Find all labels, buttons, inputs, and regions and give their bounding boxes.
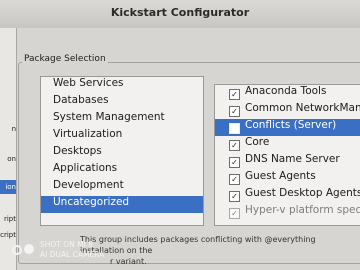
group-item-virtualization[interactable]: Virtualization [41,128,203,145]
step-item[interactable]: on [0,152,16,166]
package-row[interactable]: ✓ Common NetworkManage [215,102,360,119]
package-label: Common NetworkManage [245,102,360,114]
group-item-system-management[interactable]: System Management [41,111,203,128]
package-row[interactable]: ✓ Hyper-v platform specific se [215,204,360,221]
package-checkbox[interactable]: ✓ [229,174,240,185]
package-checkbox[interactable]: ✓ [229,89,240,100]
group-item-uncategorized[interactable]: Uncategorized [41,196,203,213]
package-checkbox[interactable]: ✓ [229,191,240,202]
package-label: DNS Name Server [245,153,340,165]
package-label: Core [245,136,270,148]
package-checkbox[interactable]: ✓ [229,157,240,168]
group-item-development[interactable]: Development [41,179,203,196]
camera-watermark: SHOT ON MI 8 AI DUAL CAMERA [12,240,122,270]
group-item-web-services[interactable]: Web Services [41,77,203,94]
package-list[interactable]: ✓ Anaconda Tools ✓ Common NetworkManage … [214,84,360,226]
step-item[interactable]: n [0,122,16,136]
package-row[interactable]: ✓ Anaconda Tools [215,85,360,102]
package-checkbox[interactable]: ✓ [229,140,240,151]
package-row[interactable]: ✓ Guest Desktop Agents [215,187,360,204]
package-checkbox[interactable]: ✓ [229,208,240,219]
package-label: Guest Agents [245,170,316,182]
package-row[interactable]: ✓ Guest Agents [215,170,360,187]
step-item-selected[interactable]: ion [0,180,16,194]
watermark-line: SHOT ON MI 8 [40,240,94,249]
package-checkbox[interactable]: ✓ [229,106,240,117]
section-label: Package Selection [22,54,108,64]
group-item-desktops[interactable]: Desktops [41,145,203,162]
package-label: Anaconda Tools [245,85,327,97]
camera-logo-icon [12,244,38,256]
group-list[interactable]: Web Services Databases System Management… [40,76,204,226]
title-bar: Kickstart Configurator [0,0,360,29]
watermark-line: AI DUAL CAMERA [40,250,105,259]
group-item-databases[interactable]: Databases [41,94,203,111]
package-row-selected[interactable]: Conflicts (Server) [215,119,360,136]
package-row[interactable]: ✓ Core [215,136,360,153]
window-title: Kickstart Configurator [110,6,250,19]
step-navigation: n on ion ript cript [0,28,17,270]
step-item[interactable]: ript [0,212,16,226]
package-label: Guest Desktop Agents [245,187,360,199]
package-label: Hyper-v platform specific se [245,204,360,216]
package-label: Conflicts (Server) [245,119,337,131]
package-checkbox[interactable] [229,123,240,134]
group-item-applications[interactable]: Applications [41,162,203,179]
package-row[interactable]: ✓ DNS Name Server [215,153,360,170]
